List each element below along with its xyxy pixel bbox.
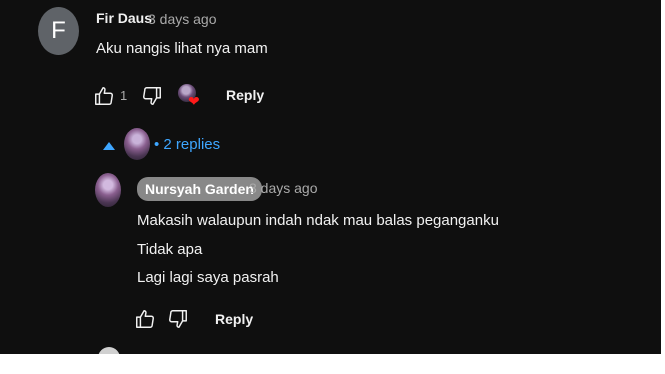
caret-up-icon [103, 142, 115, 150]
comment-thread: F Fir Daus 3 days ago Aku nangis lihat n… [0, 0, 661, 354]
thumbs-up-icon [95, 87, 113, 105]
reply-text-line: Tidak apa [137, 241, 203, 258]
like-button[interactable] [92, 84, 116, 108]
thumbs-up-icon [136, 310, 154, 328]
like-count: 1 [120, 88, 128, 103]
comment-text: Aku nangis lihat nya mam [96, 40, 268, 57]
reply-like-button[interactable] [133, 307, 157, 331]
reply-time[interactable]: 3 days ago [249, 180, 318, 196]
reply-text-line: Makasih walaupun indah ndak mau balas pe… [137, 212, 499, 229]
dislike-button[interactable] [140, 84, 164, 108]
reply-reply-button[interactable]: Reply [215, 311, 253, 327]
reply-dislike-button[interactable] [166, 307, 190, 331]
replier-avatar-small [124, 128, 150, 160]
reply-avatar[interactable] [95, 173, 121, 207]
next-reply-avatar [98, 347, 120, 354]
heart-icon: ❤ [188, 93, 200, 109]
hide-replies-toggle[interactable]: • 2 replies [100, 126, 240, 162]
replies-count-label: • 2 replies [154, 136, 221, 153]
reply-text-line: Lagi lagi saya pasrah [137, 269, 279, 286]
reply-button[interactable]: Reply [226, 87, 264, 103]
commenter-avatar[interactable]: F [38, 7, 79, 55]
comment-author[interactable]: Fir Daus [96, 10, 152, 26]
thumbs-down-icon [169, 310, 187, 328]
thumbs-down-icon [143, 87, 161, 105]
comment-time[interactable]: 3 days ago [148, 11, 217, 27]
reply-author-chip[interactable]: Nursyah Garden [137, 177, 262, 201]
